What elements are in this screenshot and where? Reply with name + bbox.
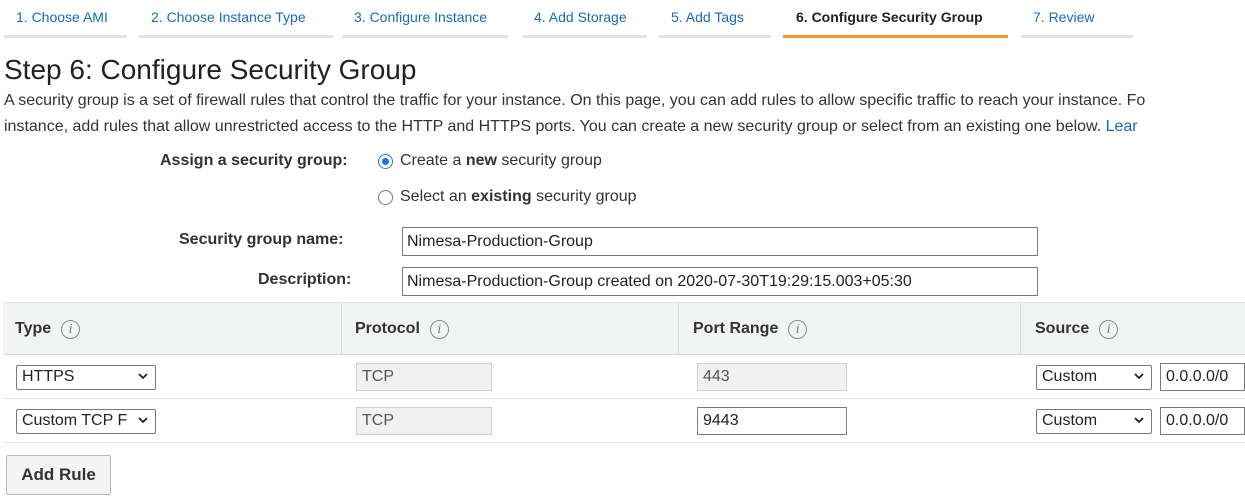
source-select-value: Custom [1042,368,1098,385]
radio-select-existing-label: Select an existing security group [400,188,637,206]
source-cidr-input[interactable]: 0.0.0.0/0 [1160,363,1245,391]
intro-line-2: instance, add rules that allow unrestric… [4,114,1245,140]
description-label: Description: [258,271,352,288]
header-source-label: Source [1035,320,1090,337]
add-rule-button[interactable]: Add Rule [6,455,111,495]
header-port-range: Port Range i [678,303,1020,355]
radio-select-existing[interactable]: Select an existing security group [378,188,637,206]
tab-label: 1. Choose AMI [16,9,108,25]
port-range-field: 443 [697,363,847,391]
table-row: HTTPS TCP 443 Custom 0.0.0.0/0 [3,355,1245,399]
rules-table-header: Type i Protocol i Port Range i Source i [3,302,1245,355]
port-range-input[interactable]: 9443 [697,407,847,435]
type-select-value: Custom TCP F [22,412,128,429]
wizard-tabs: 1. Choose AMI 2. Choose Instance Type 3.… [0,0,1245,38]
tab-label: 3. Configure Instance [354,9,488,25]
header-port-range-label: Port Range [693,320,779,337]
info-icon[interactable]: i [1099,319,1119,339]
source-select[interactable]: Custom [1036,365,1152,390]
header-type: Type i [3,303,341,355]
chevron-down-icon [138,417,148,424]
radio-label-text: security group [496,152,602,169]
chevron-down-icon [138,373,148,380]
table-row: Custom TCP F TCP 9443 Custom 0.0.0.0/0 [3,399,1245,443]
tab-review[interactable]: 7. Review [1021,0,1133,38]
header-protocol-label: Protocol [355,320,420,337]
info-icon[interactable]: i [429,319,449,339]
protocol-field: TCP [356,407,492,435]
radio-label-text: Create a [400,152,466,169]
chevron-down-icon [1134,373,1144,380]
radio-select-existing-button[interactable] [378,189,393,205]
tab-configure-instance[interactable]: 3. Configure Instance [342,0,508,38]
tab-label: 2. Choose Instance Type [151,9,306,25]
description-input[interactable]: Nimesa-Production-Group created on 2020-… [402,267,1038,296]
source-cidr-input[interactable]: 0.0.0.0/0 [1160,407,1245,435]
source-select-value: Custom [1042,412,1098,429]
header-source: Source i [1020,303,1245,355]
tab-choose-instance-type[interactable]: 2. Choose Instance Type [138,0,334,38]
intro-line-1: A security group is a set of firewall ru… [4,92,1146,109]
source-select[interactable]: Custom [1036,409,1152,434]
tab-label: 4. Add Storage [534,9,627,25]
info-icon[interactable]: i [61,319,81,339]
tab-label: 6. Configure Security Group [796,9,983,25]
tab-add-storage[interactable]: 4. Add Storage [522,0,647,38]
radio-label-text: security group [531,188,637,205]
intro-text: A security group is a set of firewall ru… [4,88,1245,140]
radio-create-new-label: Create a new security group [400,152,602,170]
group-name-label: Security group name: [179,231,344,248]
info-icon[interactable]: i [788,319,808,339]
assign-group-label: Assign a security group: [160,152,348,169]
protocol-field: TCP [356,363,492,391]
header-protocol: Protocol i [341,303,678,355]
group-name-input[interactable]: Nimesa-Production-Group [402,227,1038,256]
tab-label: 5. Add Tags [671,9,744,25]
radio-label-bold: new [465,152,497,169]
radio-label-bold: existing [471,188,532,205]
type-select-value: HTTPS [22,368,75,385]
type-select[interactable]: HTTPS [16,365,156,390]
tab-configure-security-group[interactable]: 6. Configure Security Group [783,0,1008,38]
header-type-label: Type [15,320,52,337]
page-title: Step 6: Configure Security Group [4,54,417,85]
learn-more-link[interactable]: Lear [1106,118,1138,135]
radio-create-new-button[interactable] [378,153,393,169]
radio-label-text: Select an [400,188,472,205]
tab-add-tags[interactable]: 5. Add Tags [658,0,771,38]
radio-create-new[interactable]: Create a new security group [378,152,602,170]
chevron-down-icon [1134,417,1144,424]
type-select[interactable]: Custom TCP F [16,409,156,434]
tab-label: 7. Review [1033,9,1095,25]
intro-line-2-text: instance, add rules that allow unrestric… [4,118,1106,135]
tab-choose-ami[interactable]: 1. Choose AMI [4,0,127,38]
